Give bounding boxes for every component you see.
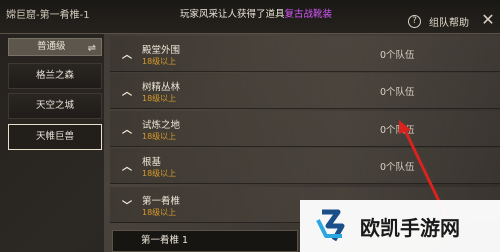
- list-item[interactable]: ︿ 殿堂外围 18级以上 0个队伍: [110, 36, 500, 72]
- zone-item[interactable]: 格兰之森: [8, 63, 102, 89]
- dungeon-name: 第一肴椎: [142, 196, 181, 207]
- swap-arrows-icon: ⇌: [87, 43, 96, 54]
- level-requirement: 18级以上: [142, 169, 177, 178]
- chevron-down-icon[interactable]: ﹀: [122, 197, 132, 212]
- difficulty-label: 普通级: [37, 41, 66, 52]
- question-icon: ?: [408, 14, 421, 28]
- dungeon-name: 殿堂外围: [142, 45, 181, 56]
- chevron-up-icon[interactable]: ︿: [122, 158, 132, 173]
- zone-item-active[interactable]: 天帷巨兽: [8, 124, 102, 150]
- top-bar: 嫦巨窟-第一肴椎-1 玩家风采让人获得了道具复古战靴装 ? 组队帮助 ✕: [0, 0, 500, 34]
- level-requirement: 18级以上: [142, 208, 177, 217]
- dungeon-name: 试炼之地: [142, 120, 181, 131]
- watermark-text: 欧凯手游网: [360, 215, 460, 240]
- breadcrumb: 嫦巨窟-第一肴椎-1: [6, 10, 90, 21]
- close-icon[interactable]: ✕: [480, 12, 496, 28]
- team-count: 0个队伍: [380, 87, 415, 98]
- chevron-up-icon[interactable]: ︿: [122, 46, 132, 61]
- zone-sidebar: 普通级 ⇌ 格兰之森 天空之城 天帷巨兽: [0, 34, 104, 252]
- zone-item[interactable]: 天空之城: [8, 93, 102, 119]
- team-help-label: 组队帮助: [429, 17, 469, 29]
- list-item[interactable]: ︿ 树精丛林 18级以上 0个队伍: [110, 73, 500, 109]
- chevron-up-icon[interactable]: ︿: [122, 121, 132, 136]
- announcement-item[interactable]: 复古战靴装: [285, 9, 333, 20]
- watermark: 欧凯手游网: [300, 200, 500, 252]
- team-count: 0个队伍: [380, 50, 415, 61]
- level-requirement: 18级以上: [142, 57, 177, 66]
- level-requirement: 18级以上: [142, 94, 177, 103]
- announcement-banner: 玩家风采让人获得了道具复古战靴装: [180, 6, 332, 20]
- dungeon-name: 树精丛林: [142, 82, 181, 93]
- difficulty-selector[interactable]: 普通级 ⇌: [8, 38, 102, 56]
- dungeon-name: 根基: [142, 157, 162, 168]
- announcement-text: 玩家风采让人获得了道具: [180, 9, 285, 20]
- level-requirement: 18级以上: [142, 132, 177, 141]
- chevron-up-icon[interactable]: ︿: [122, 83, 132, 98]
- team-help-button[interactable]: ? 组队帮助: [408, 14, 469, 29]
- ok-logo-icon: [316, 209, 345, 242]
- sub-dungeon-item[interactable]: 第一肴椎 1: [112, 230, 298, 252]
